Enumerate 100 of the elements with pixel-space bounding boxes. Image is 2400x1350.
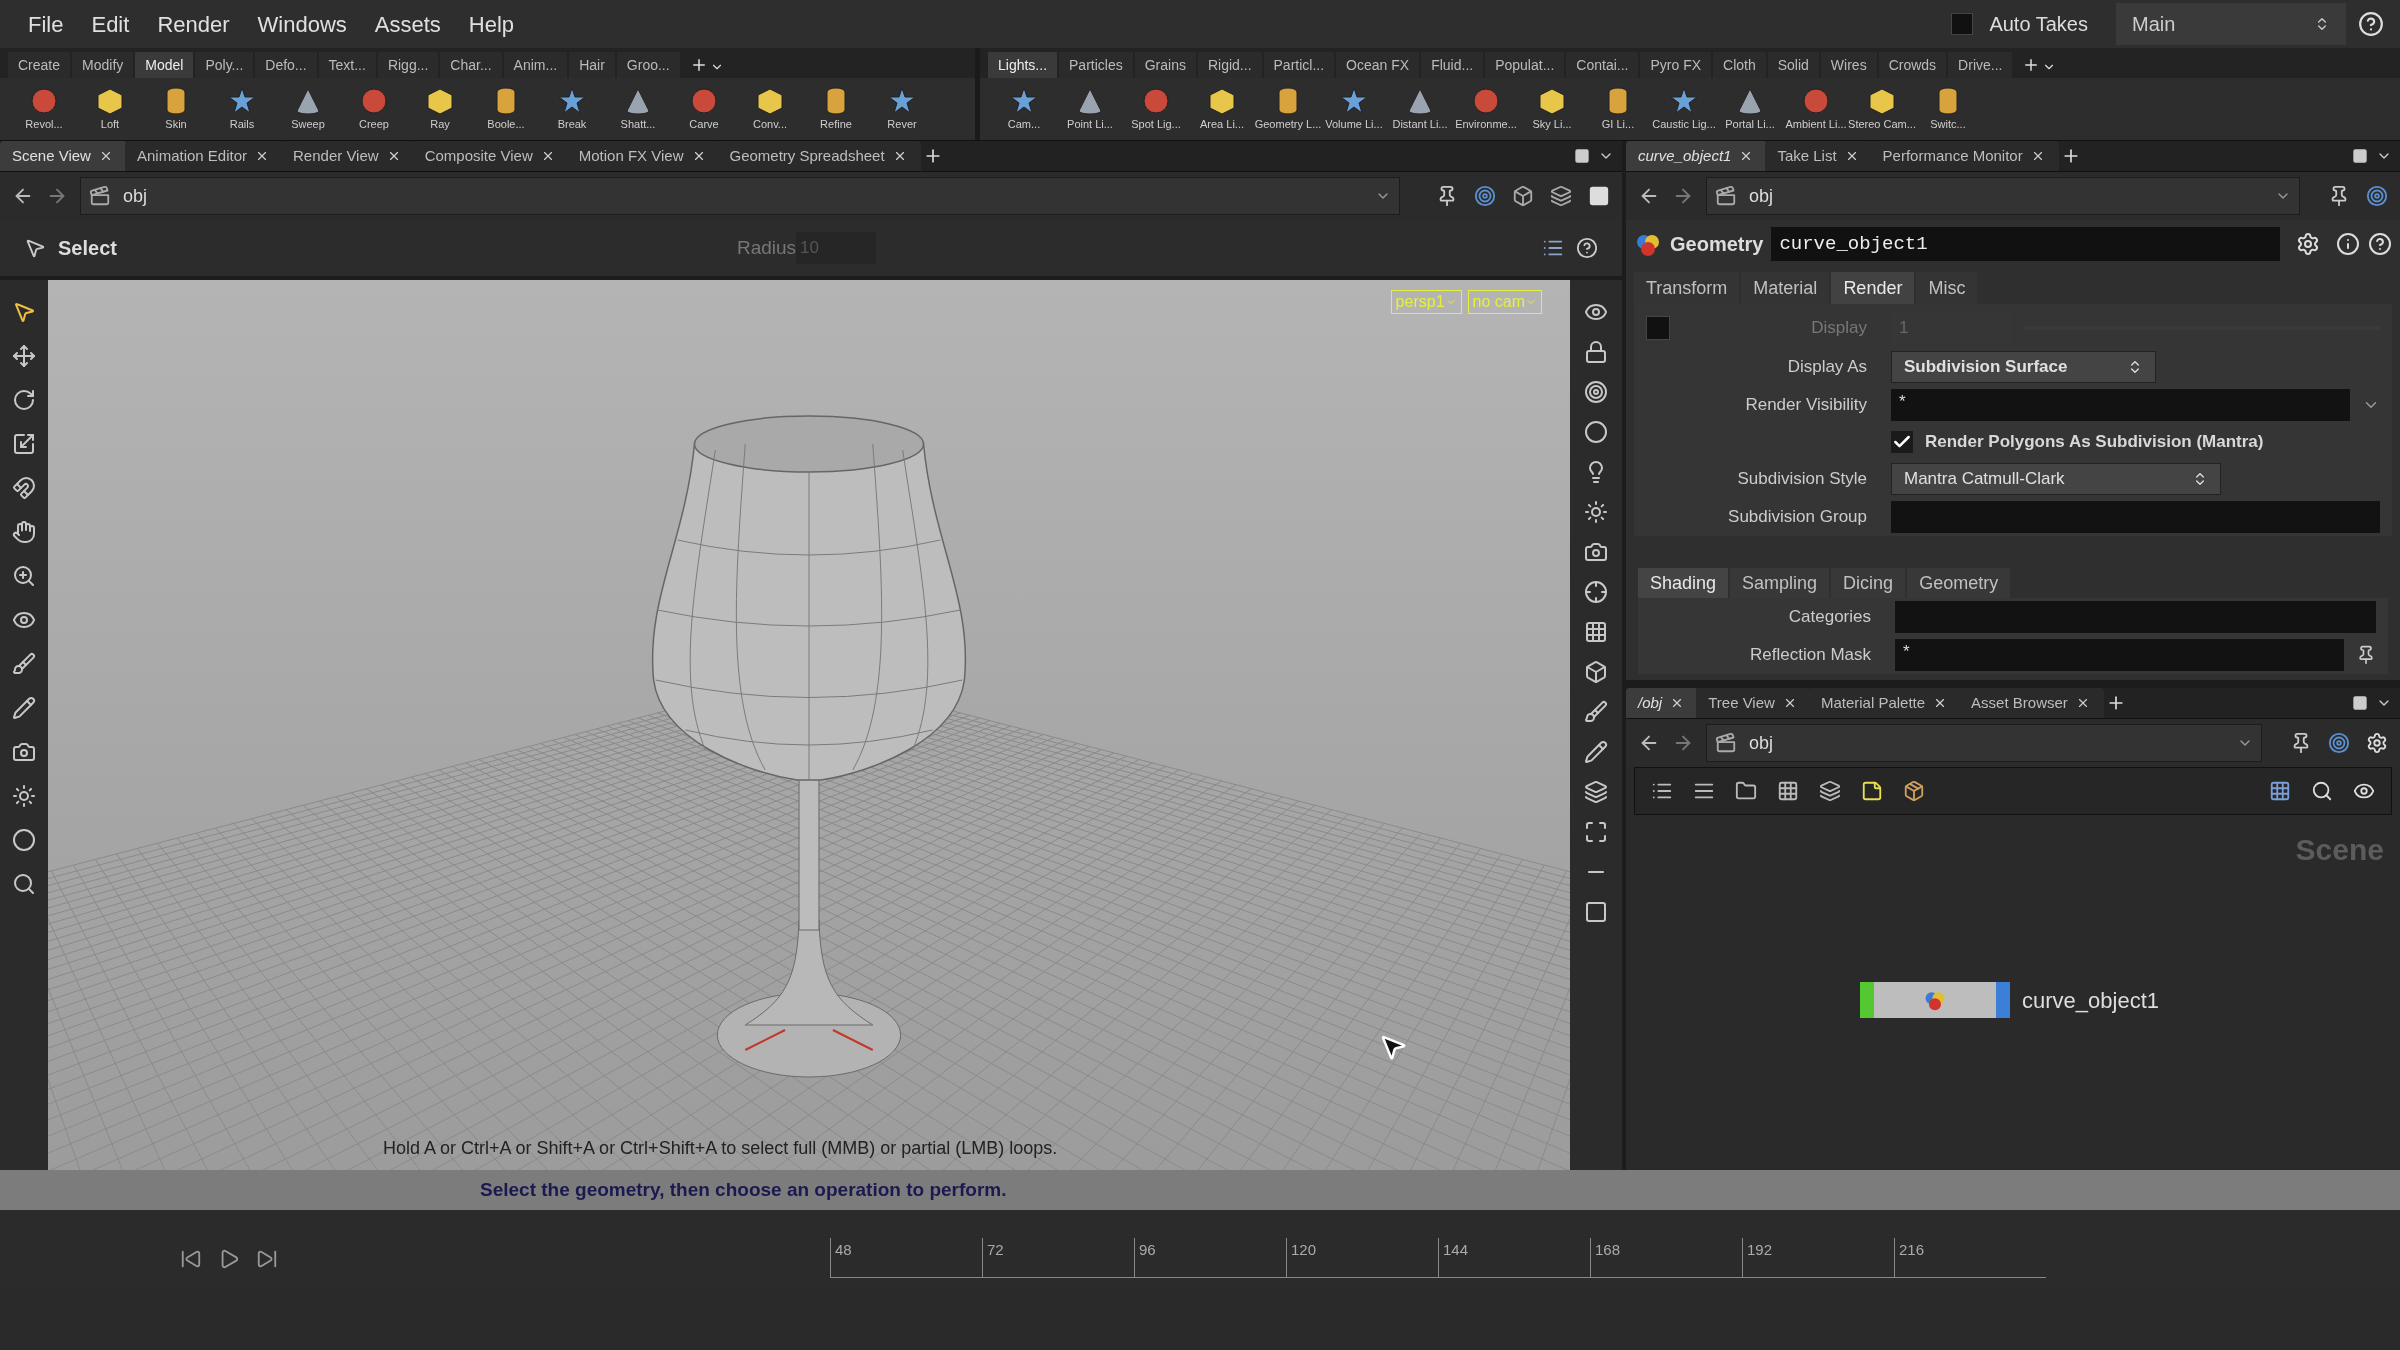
- camera-icon[interactable]: [12, 740, 36, 764]
- info-icon[interactable]: [2336, 232, 2360, 256]
- shelf-tab[interactable]: Pyro FX: [1640, 52, 1712, 78]
- shelf-tab[interactable]: Drive...: [1948, 52, 2013, 78]
- parameter-tab[interactable]: Geometry: [1907, 568, 2011, 598]
- shelf-tab[interactable]: Hair: [569, 52, 615, 78]
- lock-icon[interactable]: [1584, 340, 1608, 364]
- shelf-tool[interactable]: Rever: [870, 86, 934, 133]
- help-icon[interactable]: [2358, 11, 2384, 37]
- shelf-tab[interactable]: Wires: [1820, 52, 1877, 78]
- shelf-tool[interactable]: Refine: [804, 86, 868, 133]
- parameter-tab[interactable]: Sampling: [1730, 568, 1830, 598]
- shelf-tool[interactable]: Volume Li...: [1322, 86, 1386, 133]
- shelf-tab[interactable]: Fluid...: [1421, 52, 1484, 78]
- shelf-tab[interactable]: Groo...: [616, 52, 680, 78]
- shelf-tab[interactable]: Rigg...: [377, 52, 439, 78]
- target-icon[interactable]: [2328, 732, 2350, 754]
- shelf-tool[interactable]: Loft: [78, 86, 142, 133]
- move-icon[interactable]: [12, 344, 36, 368]
- menu-item[interactable]: Help: [456, 7, 527, 41]
- parameter-tab[interactable]: Dicing: [1831, 568, 1906, 598]
- menu-item[interactable]: Render: [145, 7, 242, 41]
- shelf-tool[interactable]: Boole...: [474, 86, 538, 133]
- close-icon[interactable]: [255, 149, 269, 163]
- shelf-tab[interactable]: Contai...: [1566, 52, 1639, 78]
- menu-field[interactable]: Mantra Catmull-Clark: [1891, 463, 2221, 495]
- hand-icon[interactable]: [12, 520, 36, 544]
- parameter-tab[interactable]: Material: [1741, 272, 1830, 304]
- pane-tab[interactable]: Motion FX View: [566, 141, 720, 171]
- path-field[interactable]: obj: [1706, 177, 2300, 215]
- pane-tab[interactable]: Take List: [1765, 141, 1873, 171]
- circle-icon[interactable]: [1584, 420, 1608, 444]
- shelf-tool[interactable]: Ray: [408, 86, 472, 133]
- settings-icon[interactable]: [2296, 232, 2320, 256]
- circle-icon[interactable]: [12, 828, 36, 852]
- menu-item[interactable]: File: [16, 7, 76, 41]
- shelf-tool[interactable]: Sweep: [276, 86, 340, 133]
- shelf-tab[interactable]: Grains: [1134, 52, 1196, 78]
- search-icon[interactable]: [12, 872, 36, 896]
- help-icon[interactable]: [2368, 232, 2392, 256]
- shelf-tool[interactable]: Cam...: [992, 86, 1056, 133]
- maximize-icon[interactable]: [1574, 148, 1590, 164]
- menu-field[interactable]: Subdivision Surface: [1891, 351, 2156, 383]
- timeline-ruler[interactable]: 48 72 96 120 144 168 192 216: [830, 1238, 2046, 1278]
- pane-tab[interactable]: /obj: [1626, 688, 1699, 718]
- brush-icon[interactable]: [12, 652, 36, 676]
- pin-icon[interactable]: [2356, 645, 2376, 665]
- shelf-tool[interactable]: Stereo Cam...: [1850, 86, 1914, 133]
- text-field[interactable]: [1891, 501, 2380, 533]
- sun-icon[interactable]: [1584, 500, 1608, 524]
- shelf-tab[interactable]: Particl...: [1263, 52, 1335, 78]
- checkbox[interactable]: [1891, 431, 1913, 453]
- pane-tab[interactable]: Performance Monitor: [1870, 141, 2059, 171]
- target-icon[interactable]: [2366, 185, 2388, 207]
- shelf-tab[interactable]: Text...: [318, 52, 376, 78]
- desktop-menu[interactable]: Main: [2116, 3, 2346, 45]
- shelf-tool[interactable]: Carve: [672, 86, 736, 133]
- maximize-icon[interactable]: [2352, 148, 2368, 164]
- scale-icon[interactable]: [12, 432, 36, 456]
- pane-tab[interactable]: Composite View: [412, 141, 569, 171]
- brush-icon[interactable]: [1584, 700, 1608, 724]
- pane-tab[interactable]: Material Palette: [1808, 688, 1962, 718]
- cube-icon[interactable]: [1512, 185, 1534, 207]
- maximize-icon[interactable]: [2352, 695, 2368, 711]
- shelf-tab[interactable]: Defo...: [255, 52, 317, 78]
- shelf-tool[interactable]: Revol...: [12, 86, 76, 133]
- arrow-icon[interactable]: [12, 300, 36, 324]
- grid-icon[interactable]: [1777, 780, 1799, 802]
- shelf-tool[interactable]: Skin: [144, 86, 208, 133]
- maximize-icon[interactable]: [1584, 820, 1608, 844]
- grid-icon[interactable]: [2269, 780, 2291, 802]
- camera-icon[interactable]: [1584, 540, 1608, 564]
- text-field[interactable]: [1895, 601, 2376, 633]
- shelf-tab[interactable]: Create: [8, 52, 71, 78]
- menu-item[interactable]: Assets: [362, 7, 453, 41]
- grid-icon[interactable]: [1584, 620, 1608, 644]
- pencil-icon[interactable]: [12, 696, 36, 720]
- node-name-field[interactable]: curve_object1: [1771, 227, 2280, 261]
- shelf-tab[interactable]: Rigid...: [1197, 52, 1262, 78]
- shelf-tool[interactable]: Creep: [342, 86, 406, 133]
- path-field[interactable]: obj: [80, 177, 1400, 215]
- shelf-tool[interactable]: Rails: [210, 86, 274, 133]
- shelf-tab[interactable]: Lights...: [988, 52, 1058, 78]
- layers-icon[interactable]: [1584, 780, 1608, 804]
- parameter-tab[interactable]: Shading: [1638, 568, 1729, 598]
- pane-tab[interactable]: curve_object1: [1626, 141, 1768, 171]
- parameter-tab[interactable]: Misc: [1916, 272, 1978, 304]
- shelf-tool[interactable]: GI Li...: [1586, 86, 1650, 133]
- shelf-tool[interactable]: Point Li...: [1058, 86, 1122, 133]
- skip-forward-icon[interactable]: [256, 1248, 278, 1270]
- text-field[interactable]: *: [1895, 639, 2344, 671]
- shelf-tool[interactable]: Area Li...: [1190, 86, 1254, 133]
- pane-tab[interactable]: Asset Browser: [1959, 688, 2104, 718]
- pencil-icon[interactable]: [1584, 740, 1608, 764]
- parameter-tab[interactable]: Transform: [1634, 272, 1740, 304]
- shelf-tool[interactable]: Sky Li...: [1520, 86, 1584, 133]
- path-field[interactable]: obj: [1706, 724, 2262, 762]
- shelf-tool[interactable]: Break: [540, 86, 604, 133]
- parameter-tab[interactable]: Render: [1831, 272, 1915, 304]
- shelf-tab[interactable]: Modify: [72, 52, 134, 78]
